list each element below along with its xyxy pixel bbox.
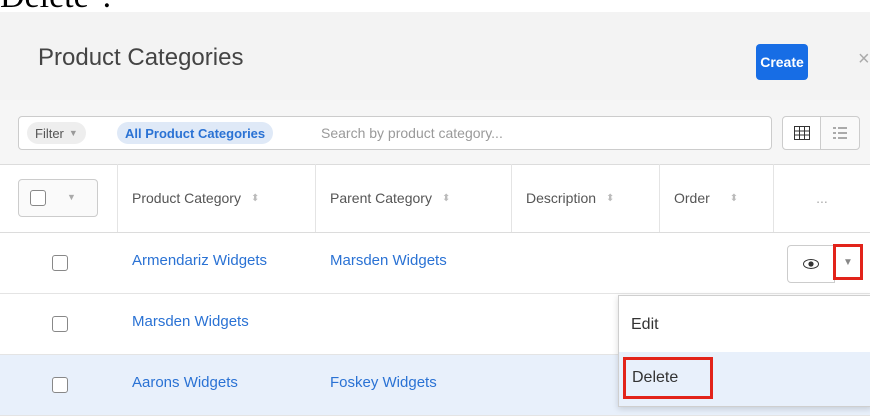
sort-icon[interactable]: ⬍ <box>730 193 738 204</box>
sort-icon[interactable]: ⬍ <box>606 193 614 204</box>
column-header-parent-category[interactable]: Parent Category ⬍ <box>316 164 512 232</box>
filter-label: Filter <box>35 125 64 141</box>
caret-down-icon: ▼ <box>843 256 853 268</box>
list-view-button[interactable] <box>820 116 860 150</box>
sort-icon[interactable]: ⬍ <box>251 193 259 204</box>
close-icon[interactable]: × <box>858 48 870 71</box>
sort-icon[interactable]: ⬍ <box>442 193 450 204</box>
list-view-icon <box>833 127 847 139</box>
search-input[interactable] <box>319 118 763 148</box>
filter-box: Filter ▼ All Product Categories <box>18 116 772 150</box>
delete-callout: Delete <box>623 357 713 399</box>
eye-icon <box>803 259 819 269</box>
column-label: Description <box>526 190 597 206</box>
preview-button[interactable] <box>787 245 835 283</box>
menu-item-delete[interactable]: Delete <box>619 352 870 406</box>
select-column: ▼ <box>0 164 118 232</box>
row-checkbox[interactable] <box>52 377 68 393</box>
page-title: Product Categories <box>38 44 244 71</box>
product-category-link[interactable]: Aarons Widgets <box>132 374 238 391</box>
filter-bar: Filter ▼ All Product Categories <box>0 100 870 165</box>
select-all-control[interactable]: ▼ <box>18 179 98 217</box>
row-actions-menu: Edit Delete <box>618 295 870 407</box>
parent-category-link[interactable]: Marsden Widgets <box>330 252 447 269</box>
column-label: Product Category <box>132 190 241 206</box>
table-row: Armendariz Widgets Marsden Widgets ▼ <box>0 233 870 294</box>
grid-view-button[interactable] <box>782 116 822 150</box>
product-category-link[interactable]: Armendariz Widgets <box>132 252 267 269</box>
filter-dropdown[interactable]: Filter ▼ <box>27 122 86 144</box>
more-icon[interactable]: ... <box>816 190 828 206</box>
active-filter-pill[interactable]: All Product Categories <box>117 122 274 144</box>
product-category-link[interactable]: Marsden Widgets <box>132 313 249 330</box>
create-button[interactable]: Create <box>756 44 808 80</box>
column-actions-menu[interactable]: ... <box>774 164 870 232</box>
column-header-description[interactable]: Description ⬍ <box>512 164 660 232</box>
column-header-product-category[interactable]: Product Category ⬍ <box>118 164 316 232</box>
row-checkbox[interactable] <box>52 316 68 332</box>
page-header: Product Categories Create × <box>0 12 870 101</box>
column-header-order[interactable]: Order ⬍ <box>660 164 774 232</box>
table-header: ▼ Product Category ⬍ Parent Category ⬍ D… <box>0 164 870 233</box>
chevron-down-icon[interactable]: ▼ <box>67 192 76 202</box>
row-checkbox[interactable] <box>52 255 68 271</box>
parent-category-link[interactable]: Foskey Widgets <box>330 374 437 391</box>
menu-item-edit[interactable]: Edit <box>619 298 870 352</box>
column-label: Parent Category <box>330 190 432 206</box>
column-label: Order <box>674 190 710 206</box>
grid-view-icon <box>794 126 810 140</box>
chevron-down-icon: ▼ <box>68 128 78 138</box>
row-actions-dropdown-button[interactable]: ▼ <box>833 244 863 280</box>
menu-item-label: Delete <box>632 369 679 386</box>
select-all-checkbox[interactable] <box>30 190 46 206</box>
